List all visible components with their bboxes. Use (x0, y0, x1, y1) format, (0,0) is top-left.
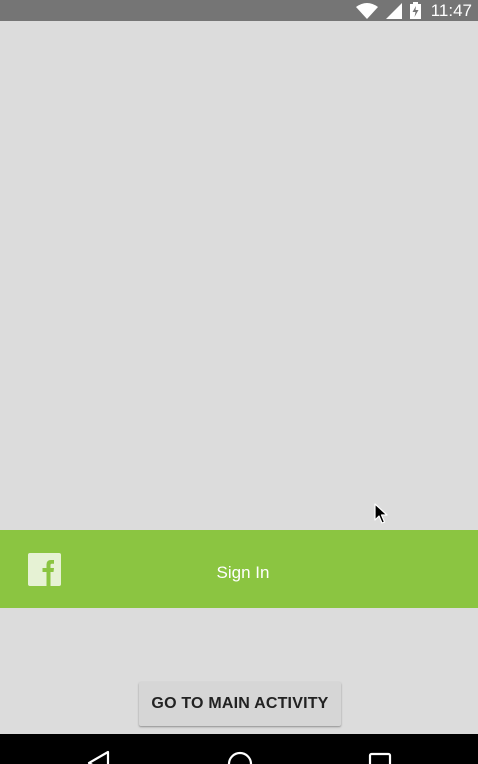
battery-charging-icon (409, 2, 421, 19)
home-icon[interactable] (226, 750, 254, 764)
wifi-icon (355, 2, 378, 19)
app-screen: 11:47 Sign In GO TO MAIN ACTIVITY (0, 0, 478, 764)
status-icons: 11:47 (355, 0, 472, 21)
sign-in-label: Sign In (216, 563, 270, 582)
status-time: 11:47 (430, 1, 472, 20)
cell-signal-icon (385, 2, 402, 19)
status-bar: 11:47 (0, 0, 478, 21)
recents-icon[interactable] (368, 750, 392, 764)
facebook-sign-in-button[interactable]: Sign In (0, 530, 478, 608)
navigation-bar (0, 734, 478, 764)
mouse-cursor-icon (374, 503, 388, 524)
go-to-main-activity-button[interactable]: GO TO MAIN ACTIVITY (139, 682, 341, 726)
back-icon[interactable] (86, 750, 112, 764)
